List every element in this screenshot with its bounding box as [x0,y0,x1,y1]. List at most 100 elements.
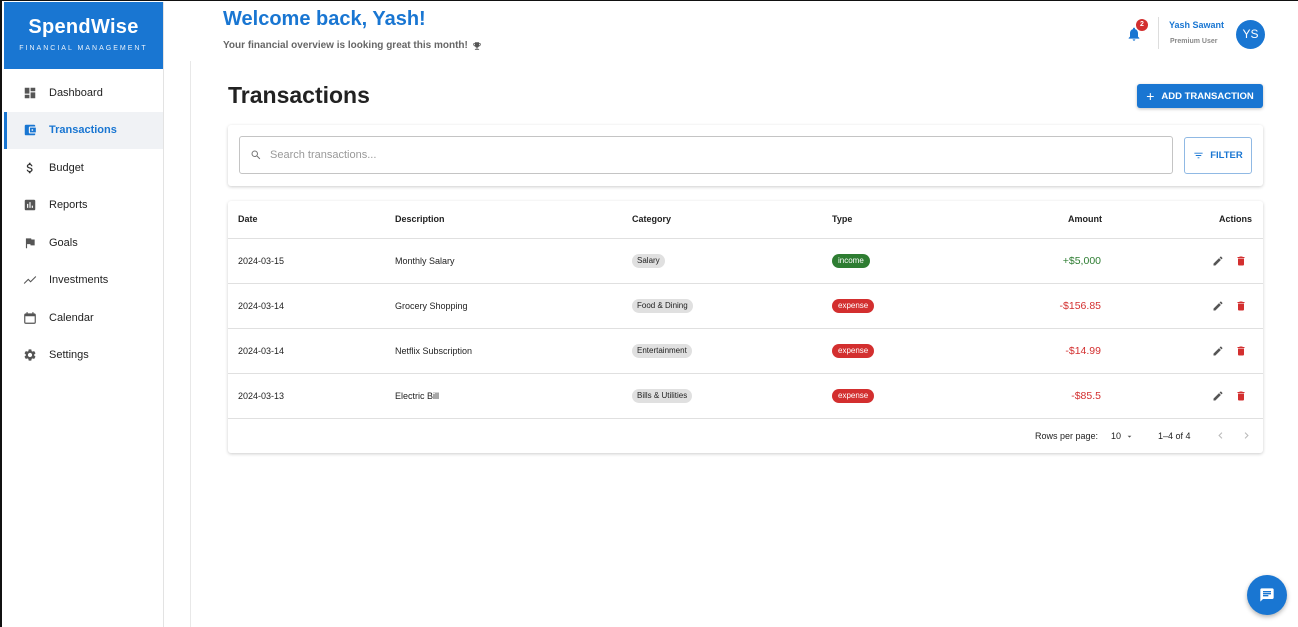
sidebar-item-investments[interactable]: Investments [4,262,163,300]
table-row: 2024-03-15 Monthly Salary Salary income … [228,239,1263,284]
gear-icon [23,348,37,362]
edit-icon[interactable] [1212,300,1224,312]
row-date: 2024-03-14 [238,346,285,356]
content-divider [190,61,191,627]
dashboard-icon [23,86,37,100]
search-card: FILTER [228,125,1263,186]
row-amount: -$85.5 [1071,390,1101,402]
table-row: 2024-03-13 Electric Bill Bills & Utiliti… [228,374,1263,419]
column-header-type[interactable]: Type [832,214,852,224]
plus-icon: + [1146,88,1155,104]
delete-icon[interactable] [1235,390,1247,402]
sidebar-item-reports[interactable]: Reports [4,187,163,225]
rows-per-page-label: Rows per page: [1035,431,1099,441]
table-row: 2024-03-14 Netflix Subscription Entertai… [228,329,1263,374]
transactions-table: Date Description Category Type Amount Ac… [228,201,1263,453]
row-description: Grocery Shopping [395,301,468,311]
calendar-icon [23,311,37,325]
trophy-icon [473,41,481,50]
category-chip: Food & Dining [632,299,693,313]
column-header-category[interactable]: Category [632,214,671,224]
row-amount: -$156.85 [1059,300,1101,312]
search-field[interactable] [239,136,1173,174]
type-chip-expense: expense [832,299,875,313]
wallet-icon [23,123,37,137]
row-date: 2024-03-15 [238,256,285,266]
edit-icon[interactable] [1212,255,1224,267]
table-pagination: Rows per page: 10 1–4 of 4 [228,419,1263,454]
type-chip-expense: expense [832,344,875,358]
column-header-date[interactable]: Date [238,214,258,224]
sidebar-item-transactions[interactable]: Transactions [4,111,163,149]
brand-tagline: FINANCIAL MANAGEMENT [19,45,148,52]
chat-icon [1260,588,1274,602]
chevron-down-icon [1127,435,1132,438]
brand-header: SpendWise FINANCIAL MANAGEMENT [4,2,163,69]
sidebar-item-settings[interactable]: Settings [4,337,163,375]
column-header-actions: Actions [1219,214,1253,224]
row-amount: -$14.99 [1065,345,1101,357]
row-description: Netflix Subscription [395,346,473,356]
user-role: Premium User [1170,38,1218,45]
sidebar-item-label: Budget [49,161,84,174]
brand-name: SpendWise [28,16,139,38]
column-header-amount[interactable]: Amount [1068,214,1102,224]
sidebar-item-label: Transactions [49,124,117,137]
add-transaction-label: ADD TRANSACTION [1161,90,1254,102]
search-input[interactable] [270,149,1150,161]
rows-per-page-value: 10 [1111,431,1122,441]
sidebar-item-calendar[interactable]: Calendar [4,299,163,337]
rows-per-page-select[interactable]: 10 [1111,431,1134,441]
type-chip-expense: expense [832,389,875,403]
sidebar-item-dashboard[interactable]: Dashboard [4,74,163,112]
sidebar-item-label: Reports [49,199,88,212]
welcome-heading: Welcome back, Yash! [223,8,426,30]
filter-icon [1194,152,1203,159]
sidebar-item-label: Settings [49,349,89,362]
sidebar-item-label: Investments [49,274,109,287]
delete-icon[interactable] [1235,300,1247,312]
app-window: SpendWise FINANCIAL MANAGEMENT Dashboard… [0,0,1298,627]
filter-button[interactable]: FILTER [1184,137,1252,174]
type-chip-income: income [832,254,870,268]
dollar-icon [23,161,37,175]
edit-icon[interactable] [1212,345,1224,357]
pagination-range: 1–4 of 4 [1158,431,1191,441]
chevron-right-icon[interactable] [1240,429,1253,442]
add-transaction-button[interactable]: + ADD TRANSACTION [1137,84,1263,108]
search-icon [251,150,261,160]
category-chip: Entertainment [632,344,692,358]
chevron-left-icon[interactable] [1214,429,1227,442]
column-header-description[interactable]: Description [395,214,445,224]
sidebar: SpendWise FINANCIAL MANAGEMENT Dashboard… [4,2,164,627]
notification-badge: 2 [1136,19,1148,31]
row-date: 2024-03-14 [238,301,285,311]
sidebar-item-label: Calendar [49,311,94,324]
page-title: Transactions [228,82,370,108]
header-divider [1158,17,1159,49]
row-description: Electric Bill [395,391,440,401]
bar-chart-icon [23,198,37,212]
sidebar-item-label: Dashboard [49,86,103,99]
edit-icon[interactable] [1212,390,1224,402]
filter-label: FILTER [1210,150,1243,161]
table-row: 2024-03-14 Grocery Shopping Food & Dinin… [228,284,1263,329]
flag-icon [23,236,37,250]
row-description: Monthly Salary [395,256,455,266]
trending-line-icon [23,273,37,287]
welcome-subtitle-text: Your financial overview is looking great… [223,40,468,51]
chat-button[interactable] [1247,575,1287,615]
sidebar-item-budget[interactable]: Budget [4,149,163,187]
welcome-subtitle: Your financial overview is looking great… [223,40,482,51]
category-chip: Salary [632,254,665,268]
row-date: 2024-03-13 [238,391,285,401]
avatar[interactable]: YS [1236,20,1265,49]
delete-icon[interactable] [1235,255,1247,267]
user-name: Yash Sawant [1169,20,1225,30]
delete-icon[interactable] [1235,345,1247,357]
sidebar-item-label: Goals [49,236,78,249]
sidebar-item-goals[interactable]: Goals [4,224,163,262]
table-header-row: Date Description Category Type Amount Ac… [228,201,1263,239]
category-chip: Bills & Utilities [632,389,693,403]
sidebar-nav: Dashboard Transactions Budget Reports Go… [4,74,163,374]
